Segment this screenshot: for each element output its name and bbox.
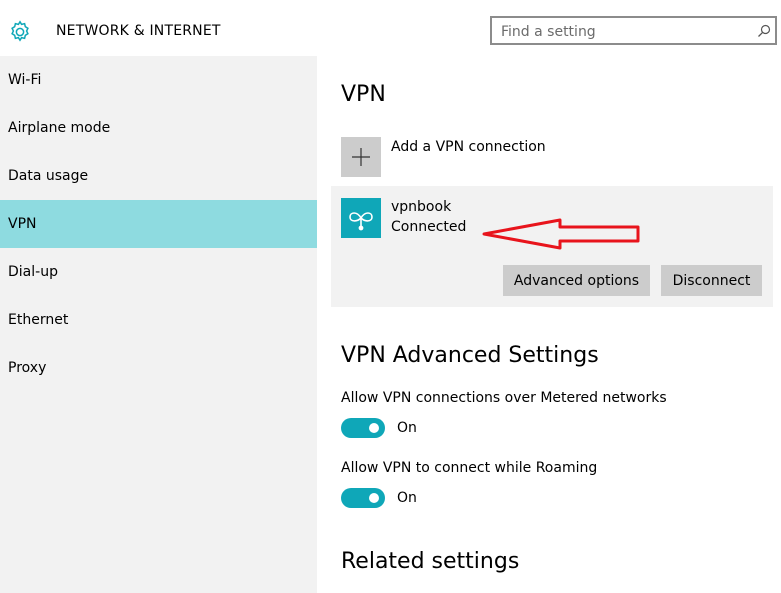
sidebar-item-data-usage[interactable]: Data usage	[0, 152, 317, 200]
page-title: NETWORK & INTERNET	[56, 23, 221, 39]
header-bar: NETWORK & INTERNET	[0, 0, 781, 56]
add-vpn-label[interactable]: Add a VPN connection	[391, 139, 546, 155]
sidebar-item-airplane-mode[interactable]: Airplane mode	[0, 104, 317, 152]
sidebar-item-dial-up[interactable]: Dial-up	[0, 248, 317, 296]
vpn-connection-status: Connected	[391, 219, 467, 235]
disconnect-button[interactable]: Disconnect	[661, 265, 762, 296]
gear-icon	[11, 20, 29, 42]
annotation-arrow-icon	[482, 218, 640, 250]
sidebar-item-proxy[interactable]: Proxy	[0, 344, 317, 392]
roaming-toggle-state: On	[397, 490, 417, 506]
sidebar-item-vpn[interactable]: VPN	[0, 200, 317, 248]
vpn-connection-name: vpnbook	[391, 199, 452, 215]
search-icon[interactable]	[757, 24, 771, 38]
search-box[interactable]	[490, 16, 777, 45]
plus-icon	[352, 148, 370, 166]
toggle-knob	[369, 493, 379, 503]
section-title-related: Related settings	[341, 549, 520, 574]
vpn-connection-icon	[341, 198, 381, 238]
sidebar-item-ethernet[interactable]: Ethernet	[0, 296, 317, 344]
section-title-advanced: VPN Advanced Settings	[341, 343, 599, 368]
sidebar-item-wifi[interactable]: Wi-Fi	[0, 56, 317, 104]
metered-toggle-state: On	[397, 420, 417, 436]
vpn-icon	[349, 212, 373, 231]
search-input[interactable]	[501, 22, 751, 41]
advanced-options-button[interactable]: Advanced options	[503, 265, 650, 296]
section-title-vpn: VPN	[341, 82, 386, 107]
roaming-toggle[interactable]	[341, 488, 385, 508]
add-vpn-button[interactable]	[341, 137, 381, 177]
metered-toggle[interactable]	[341, 418, 385, 438]
metered-setting-label: Allow VPN connections over Metered netwo…	[341, 390, 667, 406]
roaming-setting-label: Allow VPN to connect while Roaming	[341, 460, 598, 476]
toggle-knob	[369, 423, 379, 433]
sidebar: Wi-Fi Airplane mode Data usage VPN Dial-…	[0, 56, 317, 593]
main-content: VPN Add a VPN connection vpnbook Connect…	[317, 56, 781, 593]
